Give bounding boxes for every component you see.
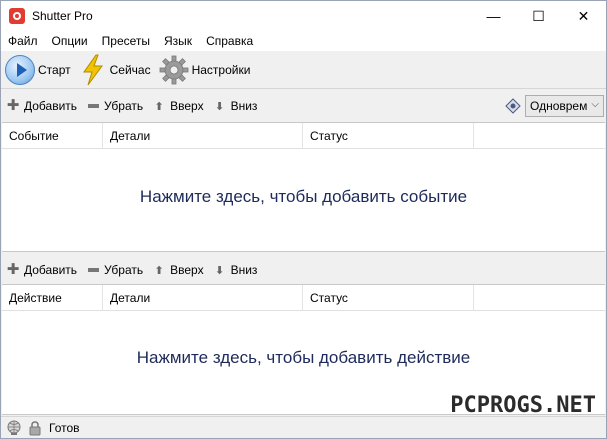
menu-language[interactable]: Язык [157, 31, 199, 51]
arrow-down-icon: ⬇ [214, 264, 225, 277]
status-bar: Готов [1, 416, 606, 438]
minus-icon [87, 264, 99, 276]
mode-value: Одноврем [530, 99, 588, 113]
col-details[interactable]: Детали [103, 123, 303, 149]
actions-empty-hint[interactable]: Нажмите здесь, чтобы добавить действие [2, 348, 605, 368]
arrow-down-icon: ⬇ [214, 100, 225, 113]
col-event[interactable]: Событие [2, 123, 103, 149]
col-action[interactable]: Действие [2, 285, 103, 311]
actions-remove-label: Убрать [104, 263, 144, 277]
start-label: Старт [38, 62, 71, 77]
events-remove-label: Убрать [104, 99, 144, 113]
start-icon [5, 54, 35, 85]
actions-list-header: Действие Детали Статус [2, 285, 605, 311]
events-down-label: Вниз [230, 99, 258, 113]
settings-button[interactable]: Настройки [159, 53, 255, 87]
events-empty-hint[interactable]: Нажмите здесь, чтобы добавить событие [2, 187, 605, 207]
minus-icon [87, 100, 99, 112]
events-up-button[interactable]: ⬆ Вверх [153, 99, 204, 113]
watermark-text: PCPROGS.NET [450, 393, 596, 418]
lightning-icon [82, 54, 103, 85]
actions-up-label: Вверх [170, 263, 204, 277]
events-list[interactable]: Событие Детали Статус Нажмите здесь, что… [2, 122, 605, 252]
col-status[interactable]: Статус [303, 285, 474, 311]
events-add-label: Добавить [24, 99, 78, 113]
start-button[interactable]: Старт [5, 53, 75, 87]
title-bar[interactable]: Shutter Pro — ☐ ✕ [1, 1, 606, 31]
app-icon [9, 8, 25, 24]
menu-file[interactable]: Файл [1, 31, 45, 51]
web-icon [7, 420, 21, 435]
actions-toolbar: ✚ Добавить Убрать ⬆ Вверх ⬇ Вниз [1, 254, 606, 286]
menu-options[interactable]: Опции [45, 31, 95, 51]
close-button[interactable]: ✕ [561, 1, 606, 31]
status-text: Готов [49, 420, 80, 435]
actions-down-label: Вниз [230, 263, 258, 277]
arrow-up-icon: ⬆ [154, 264, 164, 277]
col-extra[interactable] [474, 285, 605, 311]
maximize-button[interactable]: ☐ [516, 1, 561, 31]
mode-dropdown[interactable]: Одноврем ⌵ [525, 95, 604, 117]
mode-icon [505, 98, 521, 114]
menu-bar: Файл Опции Пресеты Язык Справка [1, 31, 606, 51]
actions-add-button[interactable]: ✚ Добавить [6, 261, 78, 278]
arrow-up-icon: ⬆ [154, 100, 164, 113]
events-remove-button[interactable]: Убрать [87, 99, 143, 113]
menu-presets[interactable]: Пресеты [95, 31, 157, 51]
lock-icon [29, 420, 41, 435]
now-label: Сейчас [109, 62, 151, 77]
plus-icon: ✚ [6, 97, 20, 114]
events-up-label: Вверх [170, 99, 204, 113]
window-title: Shutter Pro [32, 9, 93, 23]
col-details[interactable]: Детали [103, 285, 303, 311]
now-button[interactable]: Сейчас [79, 53, 155, 87]
mode-control: Одноврем ⌵ [505, 95, 604, 117]
events-list-header: Событие Детали Статус [2, 123, 605, 149]
events-toolbar: ✚ Добавить Убрать ⬆ Вверх ⬇ Вниз Одновре… [1, 90, 606, 122]
col-status[interactable]: Статус [303, 123, 474, 149]
actions-remove-button[interactable]: Убрать [87, 263, 143, 277]
actions-add-label: Добавить [24, 263, 78, 277]
gear-icon [159, 55, 188, 84]
actions-down-button[interactable]: ⬇ Вниз [214, 263, 258, 277]
minimize-button[interactable]: — [471, 1, 516, 31]
app-window: Shutter Pro — ☐ ✕ Файл Опции Пресеты Язы… [0, 0, 607, 439]
window-controls: — ☐ ✕ [471, 1, 606, 31]
actions-up-button[interactable]: ⬆ Вверх [153, 263, 204, 277]
events-add-button[interactable]: ✚ Добавить [6, 97, 78, 114]
events-down-button[interactable]: ⬇ Вниз [214, 99, 258, 113]
plus-icon: ✚ [6, 261, 20, 278]
menu-help[interactable]: Справка [199, 31, 260, 51]
main-toolbar: Старт Сейчас Настройки [1, 51, 606, 89]
chevron-down-icon: ⌵ [591, 99, 599, 110]
settings-label: Настройки [191, 62, 251, 77]
col-extra[interactable] [474, 123, 605, 149]
